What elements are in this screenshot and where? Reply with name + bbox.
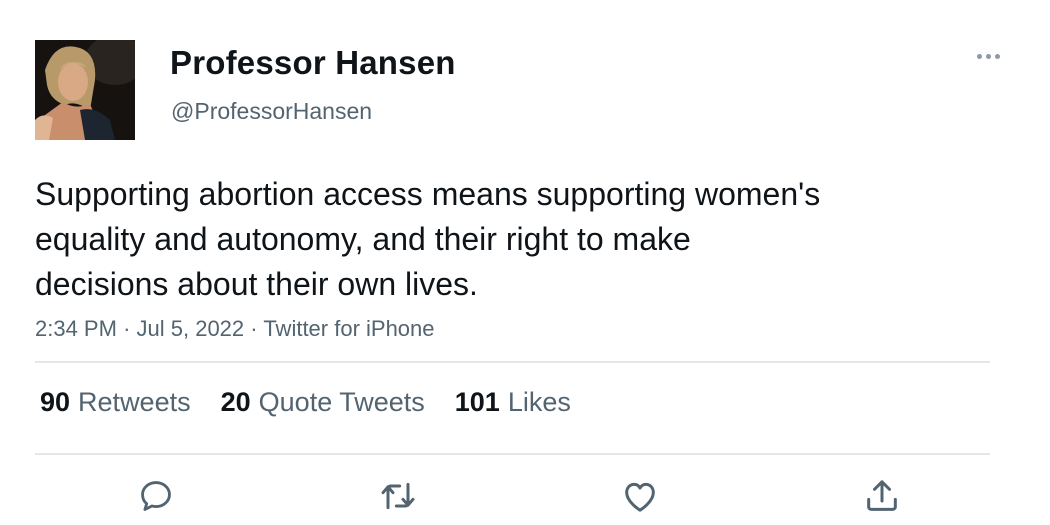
divider (35, 453, 990, 455)
retweets-label: Retweets (78, 387, 191, 417)
retweet-icon (381, 482, 415, 510)
tweet-time[interactable]: 2:34 PM (35, 316, 117, 341)
quote-tweets-count: 20 (220, 387, 251, 417)
more-options-icon-dot (994, 53, 1000, 59)
engagement-stats: 90 Retweets 20 Quote Tweets 101 Likes (40, 387, 571, 418)
user-handle[interactable]: @ProfessorHansen (171, 98, 372, 125)
tweet-text-line: decisions about their own lives. (35, 266, 478, 302)
avatar-image (35, 40, 135, 140)
tweet-text-line: Supporting abortion access means support… (35, 176, 821, 212)
retweets-stat[interactable]: 90 Retweets (40, 387, 191, 418)
more-options-icon-dot (985, 53, 991, 59)
tweet-metadata: 2:34 PM · Jul 5, 2022 · Twitter for iPho… (35, 316, 435, 342)
like-icon (625, 482, 655, 512)
likes-count: 101 (454, 387, 500, 417)
meta-separator: · (250, 316, 258, 341)
tweet-source[interactable]: Twitter for iPhone (263, 316, 434, 341)
tweet-card: Professor Hansen @ProfessorHansen Suppor… (0, 0, 1050, 525)
display-name[interactable]: Professor Hansen (170, 44, 456, 82)
retweets-count: 90 (40, 387, 71, 417)
meta-separator: · (123, 316, 131, 341)
share-button[interactable] (860, 474, 904, 518)
more-options-button[interactable] (968, 42, 1008, 70)
more-options-icon (976, 53, 982, 59)
quote-tweets-stat[interactable]: 20 Quote Tweets (221, 387, 425, 418)
retweet-button[interactable] (376, 474, 420, 518)
avatar[interactable] (35, 40, 135, 140)
tweet-text-line: equality and autonomy, and their right t… (35, 221, 691, 257)
reply-icon (141, 481, 171, 511)
likes-stat[interactable]: 101 Likes (455, 387, 571, 418)
divider (35, 361, 990, 363)
like-button[interactable] (618, 474, 662, 518)
tweet-text: Supporting abortion access means support… (35, 172, 995, 307)
reply-button[interactable] (134, 474, 178, 518)
quote-tweets-label: Quote Tweets (258, 387, 425, 417)
share-icon (867, 480, 897, 511)
tweet-date[interactable]: Jul 5, 2022 (137, 316, 245, 341)
likes-label: Likes (507, 387, 571, 417)
